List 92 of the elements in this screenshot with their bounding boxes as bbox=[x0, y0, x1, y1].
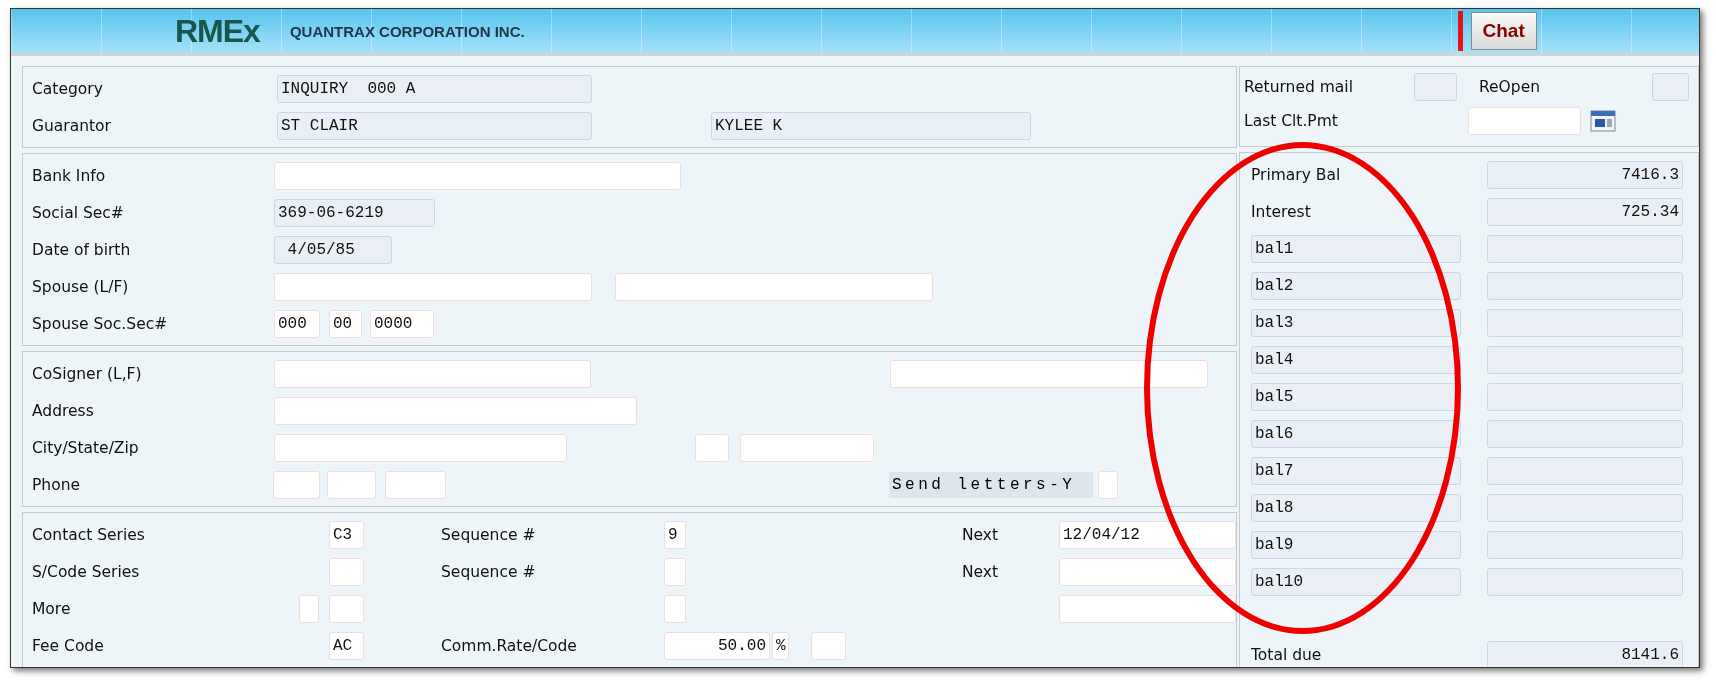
chat-button[interactable]: Chat bbox=[1470, 12, 1537, 50]
field-label: Category bbox=[32, 79, 104, 98]
input-field[interactable] bbox=[1468, 107, 1581, 135]
input-field[interactable]: AC bbox=[329, 631, 364, 660]
input-field[interactable] bbox=[664, 594, 686, 623]
input-field[interactable] bbox=[1487, 419, 1683, 448]
input-field[interactable]: 12/04/12 bbox=[1059, 520, 1236, 549]
input-field[interactable] bbox=[1487, 493, 1683, 522]
field-label: Returned mail bbox=[1244, 78, 1354, 96]
input-field[interactable] bbox=[299, 594, 319, 623]
input-field[interactable]: bal6 bbox=[1251, 419, 1461, 448]
input-field[interactable]: bal8 bbox=[1251, 493, 1461, 522]
logo: RMEx bbox=[175, 12, 260, 50]
input-field[interactable]: 8141.6 bbox=[1487, 640, 1683, 667]
input-field[interactable] bbox=[274, 396, 637, 425]
input-field[interactable] bbox=[811, 631, 846, 660]
field-label: More bbox=[32, 599, 72, 618]
input-field[interactable] bbox=[274, 359, 591, 388]
input-field[interactable] bbox=[740, 433, 874, 462]
input-field[interactable] bbox=[1487, 567, 1683, 596]
calendar-icon[interactable] bbox=[1590, 110, 1616, 132]
input-field[interactable] bbox=[1059, 557, 1236, 586]
field-label: Fee Code bbox=[32, 636, 105, 655]
input-field[interactable]: C3 bbox=[329, 520, 364, 549]
input-field[interactable] bbox=[1414, 73, 1457, 101]
input-field[interactable]: bal4 bbox=[1251, 345, 1461, 374]
input-field[interactable] bbox=[1487, 345, 1683, 374]
field-label: Send letters-Y bbox=[889, 471, 1093, 498]
input-field[interactable]: 000 bbox=[274, 309, 320, 338]
input-field[interactable]: % bbox=[772, 631, 789, 660]
field-label: Date of birth bbox=[32, 240, 132, 259]
input-field[interactable] bbox=[329, 557, 364, 586]
field-label: Sequence # bbox=[441, 525, 537, 544]
input-field[interactable] bbox=[1098, 470, 1118, 499]
field-label: City/State/Zip bbox=[32, 438, 140, 457]
field-label: Phone bbox=[32, 475, 81, 494]
input-field[interactable] bbox=[1487, 271, 1683, 300]
field-label: Comm.Rate/Code bbox=[441, 636, 578, 655]
input-field[interactable] bbox=[274, 433, 567, 462]
input-field[interactable] bbox=[327, 470, 376, 499]
input-field[interactable] bbox=[1059, 594, 1236, 623]
input-field[interactable] bbox=[695, 433, 729, 462]
input-field[interactable] bbox=[329, 594, 364, 623]
input-field[interactable]: bal1 bbox=[1251, 234, 1461, 263]
field-label: Spouse Soc.Sec# bbox=[32, 314, 169, 333]
field-label: ReOpen bbox=[1479, 78, 1541, 96]
input-field[interactable]: 7416.3 bbox=[1487, 160, 1683, 189]
input-field[interactable]: bal7 bbox=[1251, 456, 1461, 485]
input-field[interactable] bbox=[615, 272, 933, 301]
field-label: Primary Bal bbox=[1251, 165, 1342, 184]
input-field[interactable]: 00 bbox=[329, 309, 362, 338]
field-label: Total due bbox=[1251, 645, 1323, 664]
input-field[interactable]: bal9 bbox=[1251, 530, 1461, 559]
field-label: S/Code Series bbox=[32, 562, 141, 581]
field-label: Sequence # bbox=[441, 562, 537, 581]
input-field[interactable] bbox=[1487, 308, 1683, 337]
status-bar-marker bbox=[1457, 11, 1463, 51]
input-field[interactable]: INQUIRY 000 A bbox=[277, 74, 592, 103]
input-field[interactable] bbox=[1487, 234, 1683, 263]
field-label: Social Sec# bbox=[32, 203, 125, 222]
field-label: Interest bbox=[1251, 202, 1312, 221]
input-field[interactable] bbox=[274, 161, 681, 190]
input-field[interactable]: bal2 bbox=[1251, 271, 1461, 300]
field-label: Last Clt.Pmt bbox=[1244, 112, 1339, 130]
input-field[interactable]: bal10 bbox=[1251, 567, 1461, 596]
field-label: Address bbox=[32, 401, 95, 420]
input-field[interactable]: 50.00 bbox=[664, 631, 770, 660]
input-field[interactable] bbox=[1487, 530, 1683, 559]
input-field[interactable]: 9 bbox=[664, 520, 686, 549]
input-field[interactable]: 725.34 bbox=[1487, 197, 1683, 226]
input-field[interactable] bbox=[385, 470, 446, 499]
field-label: Next bbox=[962, 562, 1000, 581]
input-field[interactable]: 369-06-6219 bbox=[274, 198, 435, 227]
input-field[interactable] bbox=[1487, 382, 1683, 411]
input-field[interactable] bbox=[1652, 73, 1689, 101]
company-name: QUANTRAX CORPORATION INC. bbox=[289, 22, 525, 40]
field-label: Guarantor bbox=[32, 116, 112, 135]
field-label: Spouse (L/F) bbox=[32, 277, 130, 296]
field-label: Contact Series bbox=[32, 525, 146, 544]
input-field[interactable] bbox=[274, 272, 592, 301]
input-field[interactable] bbox=[664, 557, 686, 586]
input-field[interactable]: bal3 bbox=[1251, 308, 1461, 337]
input-field[interactable]: ST CLAIR bbox=[277, 111, 592, 140]
field-label: CoSigner (L,F) bbox=[32, 364, 143, 383]
input-field[interactable] bbox=[1487, 456, 1683, 485]
input-field[interactable]: KYLEE K bbox=[711, 111, 1031, 140]
input-field[interactable]: 4/05/85 bbox=[274, 235, 392, 264]
input-field[interactable]: 0000 bbox=[370, 309, 434, 338]
field-label: Bank Info bbox=[32, 166, 107, 185]
field-label: Next bbox=[962, 525, 1000, 544]
input-field[interactable] bbox=[890, 359, 1208, 388]
input-field[interactable] bbox=[273, 470, 320, 499]
